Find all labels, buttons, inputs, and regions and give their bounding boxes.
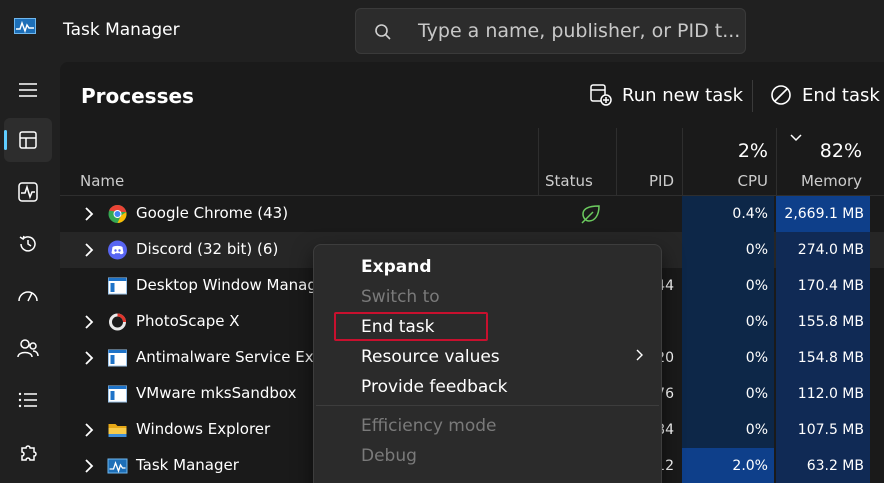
process-cpu: 0% xyxy=(682,412,774,448)
process-memory: 154.8 MB xyxy=(776,340,870,376)
users-icon xyxy=(17,339,39,358)
process-cpu: 0% xyxy=(682,232,774,268)
submenu-chevron-icon xyxy=(636,349,643,361)
nav-rail xyxy=(0,62,60,483)
details-list-icon xyxy=(18,392,37,408)
chevron-right-icon[interactable] xyxy=(84,243,94,257)
end-task-toolbar-button[interactable]: End task xyxy=(770,80,880,110)
process-cpu: 0.4% xyxy=(682,196,774,232)
column-name-label: Name xyxy=(80,172,125,190)
column-header-pid[interactable]: PID xyxy=(616,128,682,196)
nav-startup-apps[interactable] xyxy=(4,274,52,318)
active-indicator xyxy=(4,130,7,150)
memory-total-percent: 82% xyxy=(819,140,862,162)
menu-divider xyxy=(316,405,659,406)
process-cpu: 2.0% xyxy=(682,448,774,483)
table-row[interactable]: Google Chrome (43) 0.4% 2,669.1 MB xyxy=(60,196,884,232)
search-box[interactable]: Type a name, publisher, or PID t... xyxy=(355,8,746,54)
process-memory: 155.8 MB xyxy=(776,304,870,340)
highlight-box xyxy=(334,312,488,341)
chevron-right-icon[interactable] xyxy=(84,423,94,437)
column-header-status[interactable]: Status xyxy=(538,128,616,196)
page-title: Processes xyxy=(81,84,194,108)
process-memory: 2,669.1 MB xyxy=(776,196,870,232)
menu-item-resource-values[interactable]: Resource values xyxy=(361,347,500,367)
nav-app-history[interactable] xyxy=(4,222,52,266)
column-memory-label: Memory xyxy=(800,172,862,190)
column-cpu-label: CPU xyxy=(737,172,769,190)
process-memory: 274.0 MB xyxy=(776,232,870,268)
process-name: Google Chrome (43) xyxy=(136,204,289,222)
sort-descending-icon xyxy=(790,134,802,142)
title-bar: Task Manager Type a name, publisher, or … xyxy=(0,0,884,62)
process-name: Discord (32 bit) (6) xyxy=(136,240,279,258)
process-name: Desktop Window Manager xyxy=(136,276,333,294)
app-title: Task Manager xyxy=(63,20,180,40)
nav-processes[interactable] xyxy=(4,118,52,162)
menu-item-provide-feedback[interactable]: Provide feedback xyxy=(361,377,508,397)
folder-icon xyxy=(108,424,127,437)
hamburger-menu-button[interactable] xyxy=(4,68,52,112)
end-task-icon xyxy=(771,85,791,105)
run-new-task-icon xyxy=(590,84,612,106)
chevron-right-icon[interactable] xyxy=(84,315,94,329)
process-memory: 112.0 MB xyxy=(776,376,870,412)
services-puzzle-icon xyxy=(21,445,37,461)
discord-icon xyxy=(108,240,127,260)
column-pid-label: PID xyxy=(648,172,674,190)
window-app-icon xyxy=(108,349,127,367)
process-memory: 107.5 MB xyxy=(776,412,870,448)
process-cpu: 0% xyxy=(682,376,774,412)
window-app-icon xyxy=(108,277,127,295)
menu-item-debug: Debug xyxy=(361,446,417,466)
column-status-label: Status xyxy=(545,172,593,190)
process-name: Task Manager xyxy=(136,456,239,474)
toolbar-divider xyxy=(752,80,753,112)
hamburger-icon xyxy=(19,83,37,97)
cpu-total-percent: 2% xyxy=(737,140,768,162)
task-manager-icon xyxy=(107,458,128,474)
process-cpu: 0% xyxy=(682,340,774,376)
column-header-cpu[interactable]: 2% CPU xyxy=(682,128,776,196)
menu-item-switch-to: Switch to xyxy=(361,287,440,307)
chevron-right-icon[interactable] xyxy=(84,207,94,221)
nav-performance[interactable] xyxy=(4,170,52,214)
process-cpu: 0% xyxy=(682,268,774,304)
processes-icon xyxy=(19,131,37,149)
process-name: PhotoScape X xyxy=(136,312,240,330)
process-pid xyxy=(616,196,680,232)
run-new-task-button[interactable]: Run new task xyxy=(590,80,743,110)
photoscape-icon xyxy=(109,313,126,331)
end-task-toolbar-label: End task xyxy=(802,84,880,106)
nav-details[interactable] xyxy=(4,378,52,422)
efficiency-leaf-icon xyxy=(581,205,600,224)
process-cpu: 0% xyxy=(682,304,774,340)
search-icon xyxy=(375,24,391,40)
chevron-right-icon[interactable] xyxy=(84,459,94,473)
history-icon xyxy=(19,235,36,252)
menu-item-efficiency-mode: Efficiency mode xyxy=(361,416,497,436)
window-app-icon xyxy=(108,385,127,403)
performance-icon xyxy=(18,182,38,202)
task-manager-app-icon xyxy=(14,18,36,34)
process-name: VMware mksSandbox xyxy=(136,384,297,402)
menu-item-expand[interactable]: Expand xyxy=(361,257,432,277)
nav-users[interactable] xyxy=(4,326,52,370)
chevron-right-icon[interactable] xyxy=(84,351,94,365)
context-menu: Expand Switch to End task Resource value… xyxy=(313,244,662,483)
process-memory: 170.4 MB xyxy=(776,268,870,304)
startup-gauge-icon xyxy=(18,291,38,302)
process-name: Windows Explorer xyxy=(136,420,271,438)
search-input[interactable]: Type a name, publisher, or PID t... xyxy=(418,20,740,42)
chrome-icon xyxy=(108,204,127,224)
process-memory: 63.2 MB xyxy=(776,448,870,483)
nav-services[interactable] xyxy=(4,430,52,474)
run-new-task-label: Run new task xyxy=(622,84,744,106)
column-header-name[interactable]: Name xyxy=(60,128,538,196)
